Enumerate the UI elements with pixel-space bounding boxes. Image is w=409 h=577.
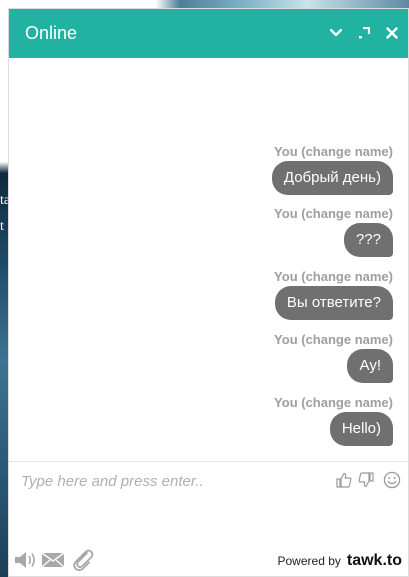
background-page-top <box>0 0 409 8</box>
message-bubble: ??? <box>343 223 393 257</box>
popout-icon <box>359 27 370 39</box>
chat-header: Online <box>9 9 408 58</box>
popout-button[interactable] <box>353 22 375 44</box>
message-input[interactable] <box>21 467 321 495</box>
close-icon <box>386 27 398 39</box>
minimize-button[interactable] <box>325 22 347 44</box>
sender-name-link[interactable]: You (change name) <box>274 332 393 347</box>
message-list: You (change name) Добрый день) You (chan… <box>9 58 408 461</box>
rate-down-button[interactable] <box>357 471 375 489</box>
message-item: You (change name) Ау! <box>274 332 393 383</box>
sender-name-link[interactable]: You (change name) <box>272 144 393 159</box>
thumbs-down-icon <box>358 472 374 488</box>
message-item: You (change name) Hello) <box>274 395 393 446</box>
message-item: You (change name) ??? <box>274 206 393 257</box>
smiley-icon <box>383 471 401 489</box>
message-bubble: Добрый день) <box>271 161 393 195</box>
thumbs-up-icon <box>336 472 352 488</box>
background-page-left: ta t <box>0 8 10 577</box>
message-bubble: Вы ответите? <box>274 286 393 320</box>
paperclip-icon <box>73 549 94 572</box>
composer-divider <box>9 461 408 462</box>
sender-name-link[interactable]: You (change name) <box>274 206 393 221</box>
close-button[interactable] <box>381 22 403 44</box>
message-bubble: Hello) <box>329 412 393 446</box>
email-transcript-button[interactable] <box>41 547 65 573</box>
chevron-down-icon <box>330 29 342 37</box>
brand-logo-text: tawk.to <box>346 552 402 569</box>
sender-name-link[interactable]: You (change name) <box>274 269 393 284</box>
status-title: Online <box>25 23 78 43</box>
sender-name-link[interactable]: You (change name) <box>274 395 393 410</box>
message-item: You (change name) Добрый день) <box>271 144 393 195</box>
speaker-icon <box>15 552 35 568</box>
emoji-button[interactable] <box>383 471 401 489</box>
rate-up-button[interactable] <box>335 471 353 489</box>
message-item: You (change name) Вы ответите? <box>274 269 393 320</box>
envelope-icon <box>41 552 65 568</box>
message-bubble: Ау! <box>347 349 393 383</box>
powered-by-label: Powered by <box>277 554 341 568</box>
attach-file-button[interactable] <box>71 547 95 573</box>
sound-toggle-button[interactable] <box>13 547 37 573</box>
chat-widget: Online You (change name) Добрый день) Yo… <box>8 8 409 577</box>
powered-by-link[interactable]: Powered by tawk.to <box>277 552 402 570</box>
background-text-fragment: t <box>0 219 4 234</box>
